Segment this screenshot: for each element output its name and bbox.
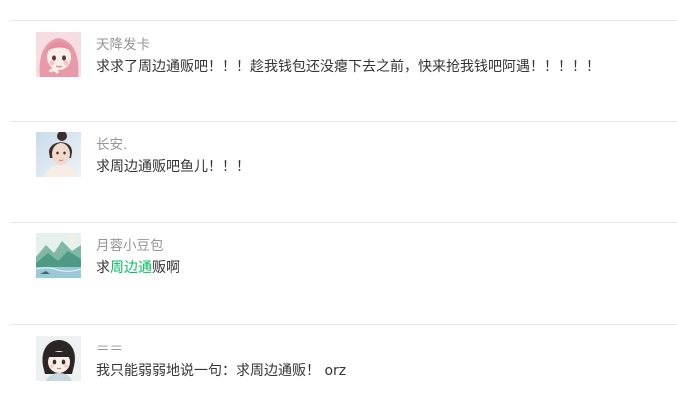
comment-nickname[interactable]: 长安. — [96, 136, 127, 154]
comment-content: 我只能弱弱地说一句：求周边通贩！ orz — [96, 363, 347, 379]
chibi-girl-avatar-icon[interactable] — [36, 336, 81, 381]
comment-divider — [10, 324, 677, 325]
anime-girl-avatar-icon[interactable] — [36, 32, 81, 77]
girl-photo-avatar-icon[interactable] — [36, 132, 81, 177]
comment-content: 求周边通贩啊 — [96, 258, 180, 278]
comment-list: 天降发卡 求求了周边通贩吧！！！趁我钱包还没瘪下去之前，快来抢我钱吧阿遇！！！！… — [0, 0, 677, 408]
comment-item: ＝＝ 我只能弱弱地说一句：求周边通贩！ orz — [36, 336, 677, 396]
comment-item: 长安. 求周边通贩吧鱼儿！！！ — [36, 132, 677, 192]
comment-item: 月蓉小豆包 求周边通贩啊 — [36, 233, 677, 293]
comment-content-text: 求 — [96, 260, 110, 276]
comment-divider — [10, 121, 677, 122]
comment-content: 求求了周边通贩吧！！！趁我钱包还没瘪下去之前，快来抢我钱吧阿遇！！！！！ — [96, 59, 600, 75]
comment-nickname[interactable]: 月蓉小豆包 — [96, 237, 164, 255]
comment-nickname[interactable]: 天降发卡 — [96, 36, 150, 54]
comment-content-text: 贩啊 — [152, 260, 180, 276]
comment-divider — [10, 222, 677, 223]
landscape-painting-avatar-icon[interactable] — [36, 233, 81, 278]
comment-nickname[interactable]: ＝＝ — [96, 340, 123, 358]
comment-content: 求周边通贩吧鱼儿！！！ — [96, 159, 250, 175]
comment-item: 天降发卡 求求了周边通贩吧！！！趁我钱包还没瘪下去之前，快来抢我钱吧阿遇！！！！… — [36, 32, 677, 92]
keyword-link[interactable]: 周边通 — [110, 260, 152, 276]
comment-divider — [10, 20, 677, 21]
